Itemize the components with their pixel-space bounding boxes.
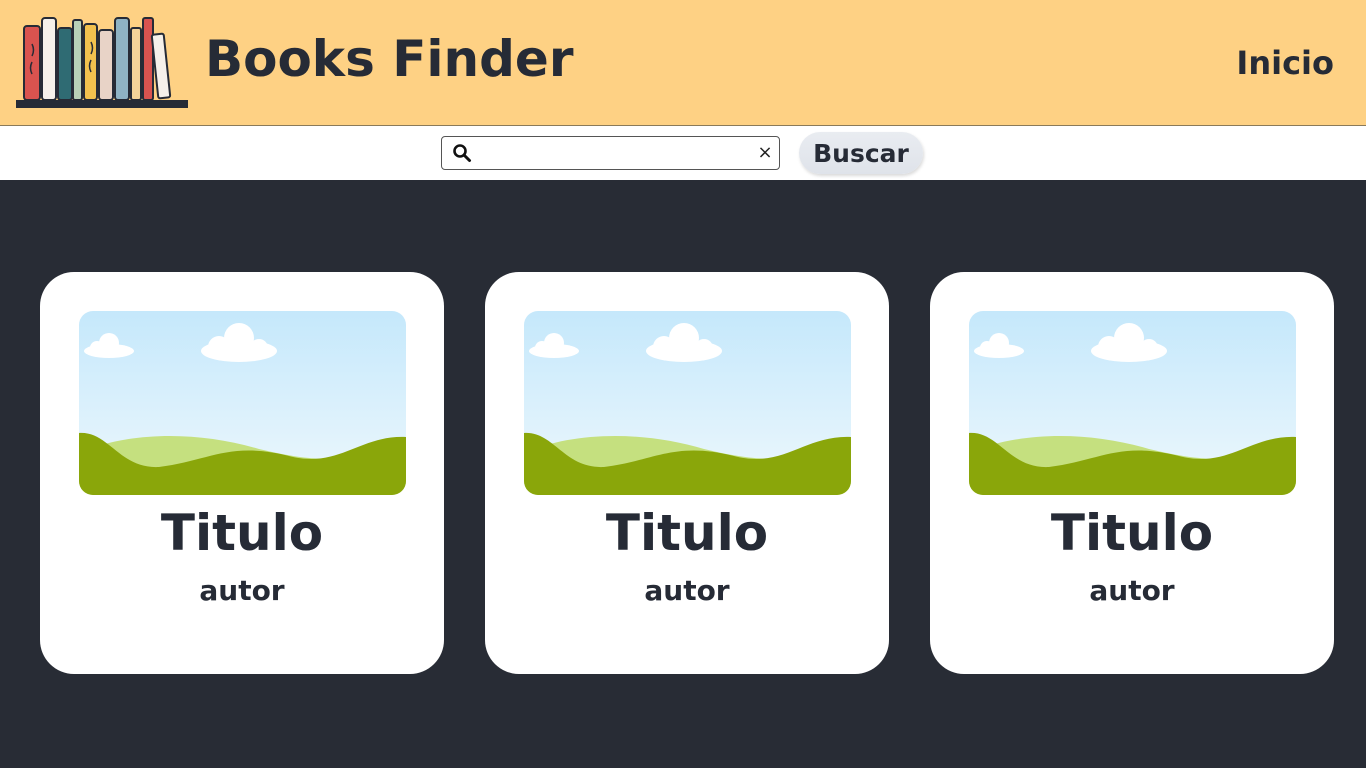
book-card[interactable]: Titulo autor [930, 272, 1334, 674]
book-author: autor [199, 574, 285, 607]
search-input[interactable] [478, 140, 748, 166]
nav-link-inicio[interactable]: Inicio [1236, 44, 1334, 82]
book-card[interactable]: Titulo autor [485, 272, 889, 674]
book-title: Titulo [605, 504, 769, 562]
app-header: Books Finder Inicio [0, 0, 1366, 126]
search-icon [453, 144, 471, 162]
book-author: autor [644, 574, 730, 607]
book-card[interactable]: Titulo autor [40, 272, 444, 674]
search-bar: × Buscar [0, 126, 1366, 180]
landscape-placeholder-icon [524, 311, 851, 495]
book-title: Titulo [160, 504, 324, 562]
book-title: Titulo [1050, 504, 1214, 562]
landscape-placeholder-icon [79, 311, 406, 495]
search-button[interactable]: Buscar [799, 132, 923, 174]
clear-icon[interactable]: × [757, 142, 773, 164]
bookshelf-icon [16, 17, 188, 108]
app-title: Books Finder [205, 30, 574, 88]
landscape-placeholder-icon [969, 311, 1296, 495]
search-box[interactable]: × [441, 136, 780, 170]
book-author: autor [1089, 574, 1175, 607]
results-grid: Titulo autor Titulo autor Titulo autor [0, 180, 1366, 768]
